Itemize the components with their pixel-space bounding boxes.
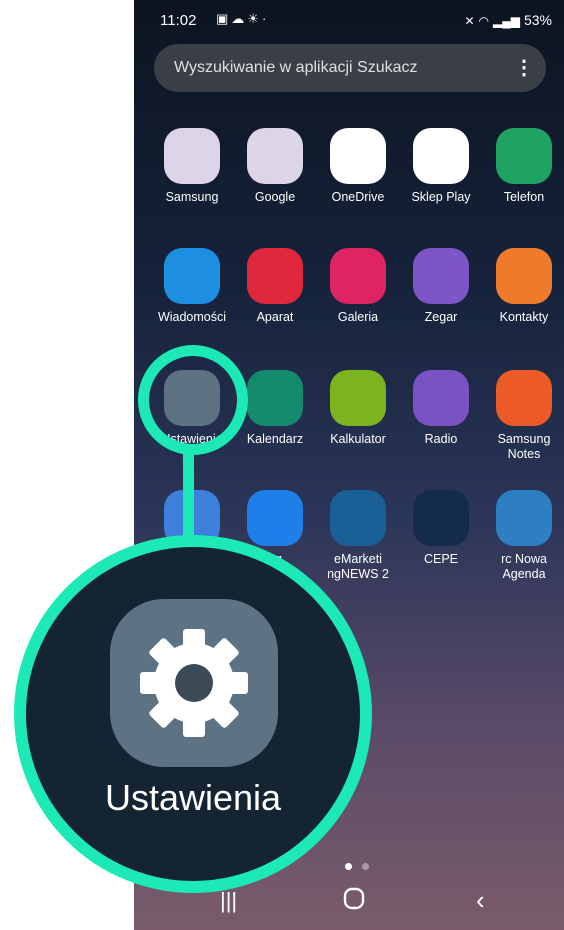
app-agenda[interactable]: rc Nowa Agenda [482,490,564,582]
app-label: Google [254,190,296,204]
wifi-icon: ◠ [478,14,489,28]
mute-icon: ✕ [464,14,475,28]
weather-icon: ☀ [247,11,262,26]
status-time: 11:02 [160,12,197,29]
google-folder-icon [247,128,303,184]
search-bar[interactable]: Wyszukiwanie w aplikacji Szukacz ⋮ [154,44,546,92]
zoom-connector [183,445,194,545]
app-label: Kontakty [499,310,549,324]
app-google-folder[interactable]: Google [233,128,317,205]
zoom-lens: Ustawienia [14,535,372,893]
gallery-icon [330,248,386,304]
app-radio[interactable]: Radio [399,370,483,447]
recents-icon[interactable]: ||| [220,888,237,914]
news-icon [330,490,386,546]
page-dot[interactable] [362,863,369,870]
clock-icon [413,248,469,304]
app-label: Radio [424,432,458,446]
app-label: Samsung [165,190,219,204]
app-label: CEPE [423,552,459,566]
app-play-store[interactable]: Sklep Play [399,128,483,205]
app-notes[interactable]: Samsung Notes [482,370,564,462]
notes-icon [496,370,552,426]
app-clock[interactable]: Zegar [399,248,483,325]
app-label: Aparat [256,310,294,324]
calendar-icon [247,370,303,426]
app-phone[interactable]: Telefon [482,128,564,205]
samsung-folder-icon [164,128,220,184]
dot-icon: · [261,11,270,26]
radio-icon [413,370,469,426]
page-dot-active[interactable] [345,863,352,870]
play-store-icon [413,128,469,184]
search-placeholder: Wyszukiwanie w aplikacji Szukacz [174,59,418,76]
messenger-icon [247,490,303,546]
gallery-icon: ▣ [216,11,232,26]
cepe-icon [413,490,469,546]
app-label: rc Nowa Agenda [501,552,547,581]
app-onedrive[interactable]: OneDrive [316,128,400,205]
app-samsung-folder[interactable]: Samsung [150,128,234,205]
app-label: Galeria [337,310,379,324]
app-label: Telefon [503,190,545,204]
zoom-label: Ustawienia [104,777,282,818]
app-label: Wiadomości [157,310,227,324]
agenda-icon [496,490,552,546]
app-news[interactable]: eMarketi ngNEWS 2 [316,490,400,582]
more-options-icon[interactable]: ⋮ [514,55,534,80]
app-label: OneDrive [331,190,385,204]
cloud-icon: ☁ [231,11,248,26]
app-cepe[interactable]: CEPE [399,490,483,567]
onedrive-icon [330,128,386,184]
app-label: Sklep Play [411,190,471,204]
status-right: ✕ ◠ ▂▄▆ 53% [464,12,552,28]
notification-icons: ▣☁☀· [216,11,269,27]
battery-level: 53% [523,12,552,28]
phone-icon [496,128,552,184]
status-bar: 11:02 ▣☁☀· ✕ ◠ ▂▄▆ 53% [134,8,564,32]
highlight-ring [138,345,248,455]
app-label: Zegar [424,310,458,324]
app-calculator[interactable]: Kalkulator [316,370,400,447]
calculator-icon [330,370,386,426]
app-gallery[interactable]: Galeria [316,248,400,325]
back-icon[interactable]: ‹ [476,885,485,916]
signal-icon: ▂▄▆ [493,14,520,28]
app-camera[interactable]: Aparat [233,248,317,325]
app-label: Samsung Notes [497,432,551,461]
camera-icon [247,248,303,304]
page-indicator [340,857,374,875]
settings-icon[interactable] [110,599,278,767]
contacts-icon [496,248,552,304]
app-label: Kalkulator [330,432,386,446]
app-messages[interactable]: Wiadomości [150,248,234,325]
home-icon[interactable] [343,884,365,920]
app-label: eMarketi ngNEWS 2 [327,552,389,581]
messages-icon [164,248,220,304]
app-contacts[interactable]: Kontakty [482,248,564,325]
app-label: Kalendarz [246,432,304,446]
